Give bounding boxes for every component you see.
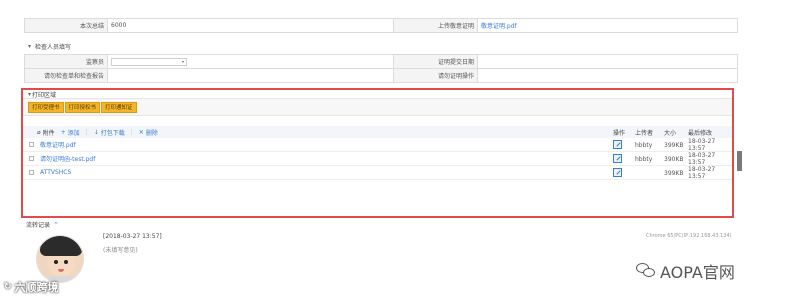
form-value: ▾ — [108, 55, 394, 68]
form-value[interactable] — [108, 69, 394, 82]
wechat-icon — [636, 263, 656, 279]
date-field[interactable] — [478, 55, 738, 68]
form-label: 证明提交日期 — [394, 55, 478, 68]
uploader-cell: hbbty — [635, 155, 653, 163]
attachment-link[interactable]: 请勿证明函-test.pdf — [40, 154, 95, 163]
row-checkbox[interactable] — [29, 170, 34, 175]
form-label: 上传敬意证明 — [394, 19, 478, 32]
section-title: 检查人员填写 — [35, 44, 72, 51]
form-label: 监察员 — [24, 55, 108, 68]
size-cell: 399KB — [664, 169, 684, 177]
delete-attachment-button[interactable]: ✕ 删除 — [139, 128, 158, 137]
print-authorization-button[interactable]: 打印授权书 — [64, 101, 101, 113]
file-link[interactable]: 敬意证明.pdf — [478, 19, 738, 32]
avatar — [36, 235, 84, 283]
download-all-button[interactable]: ↓ 打包下载 — [94, 128, 125, 137]
print-area: ▾ 打印区域 打印受理书 打印授权书 打印通知证 ⌀ 附件 + 添加 | ↓ 打… — [21, 88, 734, 218]
form-row: 本次总结 6000 上传敬意证明 敬意证明.pdf — [24, 19, 738, 33]
attachment-link[interactable]: ATTVSHCS — [40, 169, 71, 176]
download-icon: ↓ — [93, 128, 99, 136]
scrollbar-thumb[interactable] — [737, 151, 742, 171]
download-label: 打包下载 — [100, 129, 125, 137]
avatar-eye — [54, 260, 58, 264]
avatar-hair — [40, 236, 82, 256]
trash-icon: ✕ — [138, 128, 144, 136]
watermark-logo-icon: ↻ — [4, 282, 12, 292]
info-form: 本次总结 6000 上传敬意证明 敬意证明.pdf — [24, 18, 738, 33]
size-cell: 399KB — [664, 141, 684, 149]
form-label: 请勿检查单和检查报告 — [24, 69, 108, 82]
add-label: 添加 — [67, 129, 80, 137]
modified-cell: 18-03-27 13:57 — [688, 138, 716, 152]
uploader-cell: hbbty — [635, 141, 653, 149]
column-header-uploader: 上传者 — [635, 129, 654, 137]
paperclip-icon: ⌀ — [37, 128, 41, 136]
edit-icon[interactable] — [613, 140, 622, 149]
inspector-section-header[interactable]: ▾ 检查人员填写 — [27, 42, 71, 51]
modified-cell: 18-03-27 13:57 — [688, 152, 716, 166]
flow-records-title: 流转记录 — [26, 222, 51, 229]
form-label: 本次总结 — [24, 19, 108, 32]
column-header-modified: 最后修改 — [688, 129, 713, 137]
column-header-op: 操作 — [613, 129, 626, 137]
print-area-header[interactable]: ▾ 打印区域 — [23, 90, 732, 99]
column-header-size: 大小 — [664, 129, 677, 137]
flow-records-header[interactable]: 流转记录 ⌃ — [26, 220, 59, 230]
attachment-row: 敬意证明.pdf hbbty 399KB 18-03-27 13:57 — [23, 138, 732, 152]
attachment-text: 附件 — [42, 129, 55, 137]
avatar-eye — [64, 260, 68, 264]
print-acceptance-button[interactable]: 打印受理书 — [28, 101, 64, 113]
size-cell: 390KB — [664, 155, 684, 163]
add-attachment-button[interactable]: + 添加 — [61, 128, 80, 137]
row-checkbox[interactable] — [29, 156, 34, 161]
attachment-toolbar-wrap: ⌀ 附件 + 添加 | ↓ 打包下载 | ✕ 删除 操作 上传者 大小 最后修改 — [23, 126, 732, 138]
divider: | — [130, 128, 133, 136]
watermark-right: AOPA官网 — [636, 259, 735, 283]
print-button-bar: 打印受理书 打印授权书 打印通知证 — [23, 99, 732, 116]
flow-note: (未填写意见) — [103, 247, 138, 254]
print-notice-button[interactable]: 打印通知证 — [101, 101, 137, 113]
edit-icon[interactable] — [613, 154, 622, 163]
row-checkbox[interactable] — [29, 142, 34, 147]
plus-icon: + — [60, 128, 66, 136]
divider: | — [85, 128, 88, 136]
inspector-form: 监察员 ▾ 证明提交日期 请勿检查单和检查报告 请勿证明操作 — [24, 54, 738, 83]
attachment-toolbar: ⌀ 附件 + 添加 | ↓ 打包下载 | ✕ 删除 — [23, 126, 732, 138]
inspector-select[interactable]: ▾ — [111, 57, 187, 66]
chevron-down-icon: ▾ — [27, 43, 31, 50]
flow-browser-info: Chrome 65/PC(IP:192.168.43.134) — [646, 233, 732, 239]
attachment-row: 请勿证明函-test.pdf hbbty 390KB 18-03-27 13:5… — [23, 152, 732, 166]
form-value: 6000 — [108, 19, 394, 32]
print-area-title: 打印区域 — [32, 91, 57, 99]
attachment-link[interactable]: 敬意证明.pdf — [40, 140, 76, 149]
delete-label: 删除 — [145, 129, 158, 137]
form-row: 请勿检查单和检查报告 请勿证明操作 — [24, 69, 738, 83]
modified-cell: 18-03-27 13:57 — [688, 166, 716, 180]
attachment-row: ATTVSHCS 399KB 18-03-27 13:57 — [23, 166, 732, 180]
flow-date: [2018-03-27 13:57] — [103, 233, 162, 240]
watermark-left-text: 六顺跨境 — [14, 281, 59, 294]
form-row: 监察员 ▾ 证明提交日期 — [24, 55, 738, 69]
watermark-right-text: AOPA官网 — [660, 263, 735, 282]
form-value[interactable] — [478, 69, 738, 82]
chevron-up-icon: ⌃ — [53, 220, 59, 229]
attachment-label: ⌀ 附件 — [37, 128, 55, 137]
form-label: 请勿证明操作 — [394, 69, 478, 82]
watermark-left: ↻ 六顺跨境 — [4, 279, 59, 295]
edit-icon[interactable] — [613, 168, 622, 177]
